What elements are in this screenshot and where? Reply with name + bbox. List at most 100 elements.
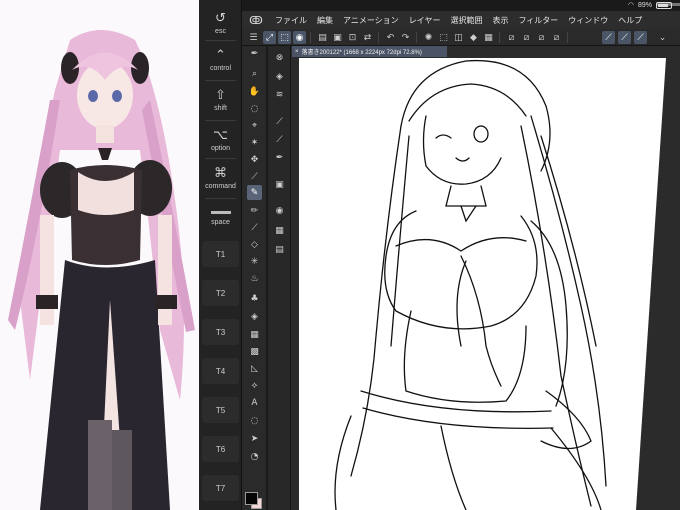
tool-zoom-icon[interactable]: ⌕ — [247, 66, 262, 81]
tool-gradient-icon[interactable]: ▦ — [247, 327, 262, 342]
tool-balloon-icon[interactable]: ◌ — [247, 413, 262, 428]
clear-icon[interactable]: ▦ — [482, 31, 495, 44]
clip-studio-logo-icon[interactable]: ↂ — [242, 14, 270, 27]
t6-key[interactable]: T6 — [202, 436, 239, 462]
tool-hand-icon[interactable]: ✋ — [247, 84, 262, 99]
subtool-search-icon[interactable]: ⊗ — [273, 51, 286, 64]
space-key[interactable]: space — [202, 204, 239, 232]
transfer-icon[interactable]: ⇄ — [361, 31, 374, 44]
subtool-palette: ⊗ ◈ ≋ ⟋ ⟋ ✒ ▣ ◉ ▦ ▤ — [268, 46, 291, 510]
esc-key[interactable]: ↺ esc — [202, 10, 239, 36]
tool-blend-icon[interactable]: ♨ — [247, 271, 262, 286]
expand-window-icon[interactable]: ⤢ — [263, 31, 276, 44]
tool-brush-icon[interactable]: ⟋ — [247, 220, 262, 235]
reference-image-pane — [0, 0, 199, 510]
subtool-info-icon[interactable]: ◉ — [273, 204, 286, 217]
t3-key[interactable]: T3 — [202, 319, 239, 345]
menu-selection[interactable]: 選択範囲 — [445, 15, 487, 26]
command-icon: ⌘ — [214, 165, 227, 181]
hide-palettes-icon[interactable]: ⬚ — [278, 31, 291, 44]
menu-window[interactable]: ウィンドウ — [563, 15, 613, 26]
subtool-brush-alt-icon[interactable]: ⟋ — [273, 133, 286, 146]
t4-key[interactable]: T4 — [202, 358, 239, 384]
wifi-icon: ◠ — [627, 2, 634, 9]
line-art-canvas[interactable] — [291, 46, 680, 510]
snap-icon[interactable]: ⧄ — [535, 31, 548, 44]
selection-icon[interactable]: ⬚ — [437, 31, 450, 44]
caret-up-icon: ⌃ — [215, 47, 226, 63]
subtool-brush-icon[interactable]: ⟋ — [273, 115, 286, 128]
export-icon[interactable]: ⊡ — [346, 31, 359, 44]
menu-bar: ↂ ファイル 編集 アニメーション レイヤー 選択範囲 表示 フィルター ウィン… — [242, 11, 680, 29]
tool-sparkle-icon[interactable]: ✶ — [247, 135, 262, 150]
snap-alt-icon[interactable]: ⧄ — [550, 31, 563, 44]
subtool-palette-icon[interactable]: ▤ — [273, 243, 286, 256]
menu-edit[interactable]: 編集 — [312, 15, 338, 26]
clipboard-icon[interactable]: ▤ — [316, 31, 329, 44]
t5-key[interactable]: T5 — [202, 397, 239, 423]
subtool-pen-icon[interactable]: ✒ — [273, 151, 286, 164]
tool-move-icon[interactable]: ✥ — [247, 152, 262, 167]
subtool-layer-icon[interactable]: ◈ — [273, 70, 286, 83]
tool-auto-select-icon[interactable]: ⌖ — [247, 118, 262, 133]
tool-object-icon[interactable]: ➤ — [247, 431, 262, 446]
stabilizer-icon-2[interactable]: ⟋ — [618, 31, 631, 44]
fill-icon[interactable]: ◆ — [467, 31, 480, 44]
chevron-down-icon[interactable]: ⌄ — [656, 31, 669, 44]
tool-lasso-icon[interactable]: ◌ — [247, 101, 262, 116]
tool-ruler-icon[interactable]: ⟡ — [247, 378, 262, 393]
t7-key[interactable]: T7 — [202, 475, 239, 501]
command-key[interactable]: ⌘ command — [202, 164, 239, 192]
menu-filter[interactable]: フィルター — [513, 15, 563, 26]
tool-pencil-icon[interactable]: ✏ — [247, 203, 262, 218]
ruler-alt-icon[interactable]: ⧄ — [520, 31, 533, 44]
tool-text-icon[interactable]: A — [247, 395, 262, 410]
tool-eraser-icon[interactable]: ◇ — [247, 237, 262, 252]
redo-icon[interactable]: ↷ — [399, 31, 412, 44]
tool-palette: ✒ ⌕ ✋ ◌ ⌖ ✶ ✥ ⟋ ✎ ✏ ⟋ ◇ ✳ ♨ ♣ ◈ ▦ ▩ ◺ ⟡ … — [242, 46, 267, 510]
reference-illustration — [0, 0, 199, 510]
ruler-icon[interactable]: ⧄ — [505, 31, 518, 44]
subtool-stack-icon[interactable]: ≋ — [273, 88, 286, 101]
control-key[interactable]: ⌃ control — [202, 46, 239, 74]
tool-airbrush-icon[interactable]: ✳ — [247, 254, 262, 269]
stabilizer-icon-1[interactable]: ⟋ — [602, 31, 615, 44]
tool-eyedropper-icon[interactable]: ⟋ — [247, 169, 262, 184]
tool-shape-icon[interactable]: ▩ — [247, 344, 262, 359]
main-color-swatch[interactable] — [245, 492, 258, 505]
dial-icon[interactable]: ◉ — [293, 31, 306, 44]
menu-view[interactable]: 表示 — [487, 15, 513, 26]
t2-key[interactable]: T2 — [202, 280, 239, 306]
command-bar: ☰ ⤢ ⬚ ◉ ▤ ▣ ⊡ ⇄ ↶ ↷ ✺ ⬚ ◫ ◆ ▦ ⧄ ⧄ ⧄ ⧄ ⟋ … — [242, 29, 680, 46]
space-bar-icon — [210, 210, 231, 214]
subtool-grid-icon[interactable]: ▦ — [273, 224, 286, 237]
hamburger-menu-icon[interactable]: ☰ — [247, 31, 260, 44]
battery-icon — [656, 1, 672, 9]
undo-arrow-icon: ↺ — [215, 10, 226, 26]
status-bar: ◠ 89% — [242, 0, 680, 11]
stabilizer-icon-3[interactable]: ⟋ — [634, 31, 647, 44]
menu-help[interactable]: ヘルプ — [613, 15, 647, 26]
canvas-area[interactable]: × 落書き200122* (1668 x 2224px 72dpi 72.8%) — [291, 46, 680, 510]
tool-pen-icon[interactable]: ✎ — [247, 185, 262, 200]
tool-fill-icon[interactable]: ◈ — [247, 309, 262, 324]
subtool-navigator-icon[interactable]: ▣ — [273, 178, 286, 191]
menu-layer[interactable]: レイヤー — [404, 15, 446, 26]
loading-icon[interactable]: ✺ — [422, 31, 435, 44]
tool-frame-icon[interactable]: ◺ — [247, 361, 262, 376]
t1-key[interactable]: T1 — [202, 241, 239, 267]
tool-pen-nib-icon[interactable]: ✒ — [247, 46, 262, 61]
option-icon: ⌥ — [213, 127, 228, 143]
tool-correct-line-icon[interactable]: ◔ — [247, 449, 262, 464]
shift-key[interactable]: ⇧ shift — [202, 86, 239, 114]
undo-icon[interactable]: ↶ — [384, 31, 397, 44]
battery-percent: 89% — [637, 1, 652, 9]
modifier-key-sidebar: ↺ esc ⌃ control ⇧ shift ⌥ option ⌘ comma… — [199, 0, 242, 510]
tool-decoration-icon[interactable]: ♣ — [247, 291, 262, 306]
shift-arrow-icon: ⇧ — [215, 87, 226, 103]
option-key[interactable]: ⌥ option — [202, 126, 239, 154]
transform-icon[interactable]: ◫ — [452, 31, 465, 44]
menu-file[interactable]: ファイル — [270, 15, 312, 26]
menu-animation[interactable]: アニメーション — [338, 15, 404, 26]
save-icon[interactable]: ▣ — [331, 31, 344, 44]
